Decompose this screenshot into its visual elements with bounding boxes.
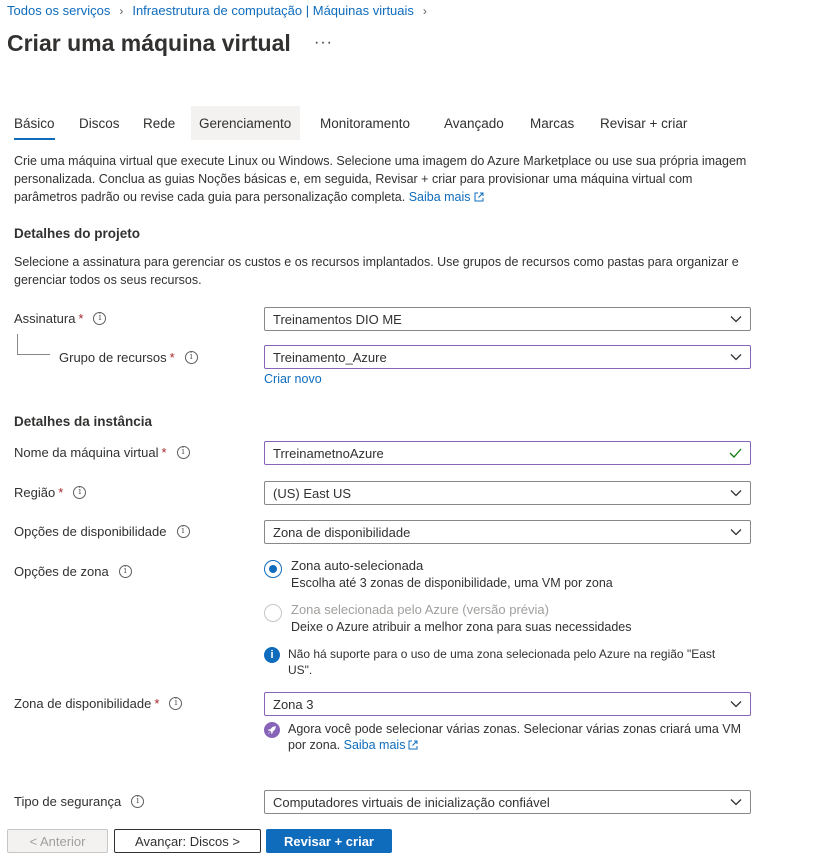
vm-name-input[interactable]: TrreinametnoAzure [264,441,751,465]
availability-zone-value: Zona 3 [273,696,314,712]
subscription-value: Treinamentos DIO ME [273,311,402,327]
info-icon[interactable]: i [176,446,190,459]
multi-zone-note: Agora você pode selecionar várias zonas.… [264,721,754,753]
subscription-label: Assinatura * i [14,311,107,326]
vm-name-label: Nome da máquina virtual * i [14,445,190,460]
resource-group-value: Treinamento_Azure [273,349,387,365]
external-link-icon [474,192,484,202]
info-icon[interactable]: i [169,697,183,710]
multi-zone-learn-more-link[interactable]: Saiba mais [344,738,419,752]
chevron-down-icon [730,799,742,806]
tab-review-create[interactable]: Revisar + criar [600,106,687,140]
tree-connector [17,334,50,355]
zone-options-label: Opções de zona i [14,564,132,579]
availability-options-select[interactable]: Zona de disponibilidade [264,520,751,544]
checkmark-icon [729,448,742,458]
radio-auto-selected[interactable] [264,560,282,578]
next-disks-button[interactable]: Avançar: Discos > [114,829,261,853]
page-title: Criar uma máquina virtual [7,30,291,56]
intro-description: Crie uma máquina virtual que execute Lin… [14,154,747,204]
tab-networking[interactable]: Rede [143,106,175,140]
vm-name-value: TrreinametnoAzure [273,445,384,461]
rocket-icon [264,722,280,738]
info-icon[interactable]: i [118,565,132,578]
chevron-down-icon [730,316,742,323]
info-icon[interactable]: i [73,486,87,499]
footer-bar: < Anterior Avançar: Discos > Revisar + c… [0,824,825,864]
zone-info-note: i Não há suporte para o uso de uma zona … [264,646,744,678]
subscription-select[interactable]: Treinamentos DIO ME [264,307,751,331]
project-details-description: Selecione a assinatura para gerenciar os… [14,255,739,287]
review-create-button[interactable]: Revisar + criar [266,829,392,853]
zone-info-note-text: Não há suporte para o uso de uma zona se… [288,647,716,677]
tab-basics[interactable]: Básico [14,106,55,140]
resource-group-select[interactable]: Treinamento_Azure [264,345,751,369]
tab-disks[interactable]: Discos [79,106,120,140]
external-link-icon [408,740,418,750]
security-type-label: Tipo de segurança i [14,794,145,809]
resource-group-label: Grupo de recursos * i [59,350,198,365]
zone-option-auto[interactable]: Zona auto-selecionada Escolha até 3 zona… [264,558,613,590]
create-new-link[interactable]: Criar novo [264,372,322,386]
availability-options-value: Zona de disponibilidade [273,524,411,540]
project-details-title: Detalhes do projeto [14,226,141,241]
zone-option-azure-title: Zona selecionada pelo Azure (versão prév… [291,602,549,617]
chevron-down-icon [730,354,742,361]
radio-azure-selected [264,604,282,622]
availability-options-label: Opções de disponibilidade i [14,524,190,539]
intro-text: Crie uma máquina virtual que execute Lin… [14,152,754,206]
zone-option-auto-title: Zona auto-selecionada [291,558,424,573]
info-icon[interactable]: i [184,351,198,364]
tab-management[interactable]: Gerenciamento [191,106,301,140]
zone-option-auto-subtitle: Escolha até 3 zonas de disponibilidade, … [291,576,613,590]
zone-option-azure-subtitle: Deixe o Azure atribuir a melhor zona par… [291,620,632,634]
learn-more-link[interactable]: Saiba mais [409,190,484,204]
info-icon[interactable]: i [176,525,190,538]
security-type-value: Computadores virtuais de inicialização c… [273,794,550,810]
region-select[interactable]: (US) East US [264,481,751,505]
tab-advanced[interactable]: Avançado [444,106,504,140]
info-icon[interactable]: i [131,795,145,808]
chevron-down-icon [730,701,742,708]
security-type-select[interactable]: Computadores virtuais de inicialização c… [264,790,751,814]
info-filled-icon: i [264,647,280,663]
instance-details-title: Detalhes da instância [14,414,153,429]
tab-tags[interactable]: Marcas [530,106,574,140]
chevron-down-icon [730,529,742,536]
zone-option-azure: Zona selecionada pelo Azure (versão prév… [264,602,631,634]
breadcrumb-compute-infrastructure[interactable]: Infraestrutura de computação | Máquinas … [132,3,414,18]
availability-zone-label: Zona de disponibilidade * i [14,696,183,711]
region-value: (US) East US [273,485,352,501]
previous-button: < Anterior [7,829,108,853]
breadcrumb-separator-icon: › [119,3,124,18]
breadcrumb-all-services[interactable]: Todos os serviços [7,3,110,18]
more-options-icon[interactable]: ··· [314,34,333,52]
tab-monitoring[interactable]: Monitoramento [320,106,410,140]
info-icon[interactable]: i [93,312,107,325]
breadcrumb-separator-icon: › [422,3,427,18]
availability-zone-select[interactable]: Zona 3 [264,692,751,716]
chevron-down-icon [730,490,742,497]
region-label: Região * i [14,485,87,500]
breadcrumb: Todos os serviços › Infraestrutura de co… [7,3,436,18]
